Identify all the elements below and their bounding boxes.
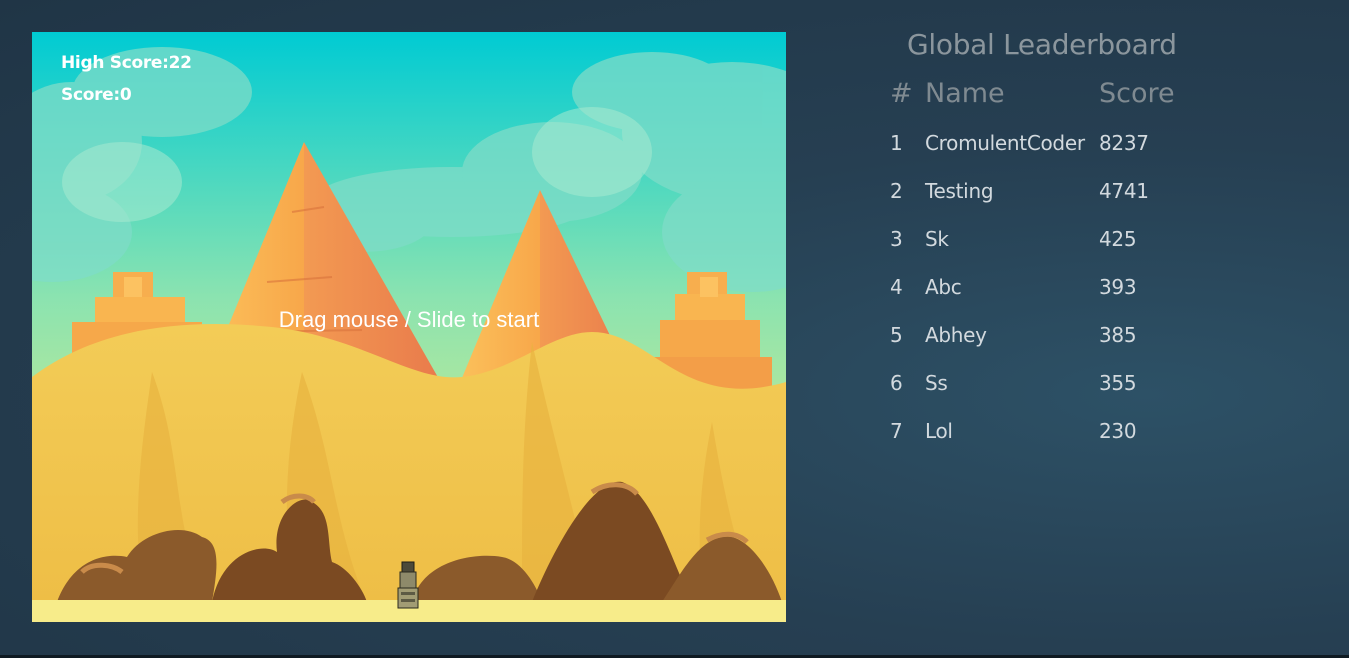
row-rank: 1 [890, 131, 903, 155]
header-score: Score [1099, 78, 1175, 109]
row-score: 8237 [1099, 131, 1149, 155]
row-rank: 6 [890, 371, 903, 395]
row-rank: 2 [890, 179, 903, 203]
game-canvas[interactable]: High Score:22 Score:0 Drag mouse / Slide… [32, 32, 786, 622]
row-score: 425 [1099, 227, 1137, 251]
header-rank: # [890, 78, 913, 109]
row-score: 393 [1099, 275, 1137, 299]
row-score: 4741 [1099, 179, 1149, 203]
score-label: Score:0 [61, 85, 132, 105]
row-rank: 7 [890, 419, 903, 443]
leaderboard-row: 1 CromulentCoder 8237 [876, 131, 1216, 161]
leaderboard-row: 2 Testing 4741 [876, 179, 1216, 209]
row-name: Abhey [925, 323, 987, 347]
row-score: 355 [1099, 371, 1137, 395]
row-rank: 5 [890, 323, 903, 347]
row-name: Testing [925, 179, 994, 203]
row-score: 230 [1099, 419, 1137, 443]
leaderboard-row: 5 Abhey 385 [876, 323, 1216, 353]
row-name: CromulentCoder [925, 131, 1085, 155]
row-rank: 4 [890, 275, 903, 299]
row-name: Sk [925, 227, 949, 251]
leaderboard-row: 3 Sk 425 [876, 227, 1216, 257]
row-score: 385 [1099, 323, 1137, 347]
leaderboard-row: 6 Ss 355 [876, 371, 1216, 401]
leaderboard-row: 4 Abc 393 [876, 275, 1216, 305]
row-name: Abc [925, 275, 962, 299]
row-name: Ss [925, 371, 948, 395]
leaderboard-row: 7 Lol 230 [876, 419, 1216, 449]
row-name: Lol [925, 419, 953, 443]
start-message: Drag mouse / Slide to start [278, 307, 540, 332]
row-rank: 3 [890, 227, 903, 251]
header-name: Name [925, 78, 1005, 109]
leaderboard-title: Global Leaderboard [907, 28, 1177, 61]
leaderboard-header-row: # Name Score [876, 78, 1216, 112]
high-score-label: High Score:22 [61, 53, 192, 73]
